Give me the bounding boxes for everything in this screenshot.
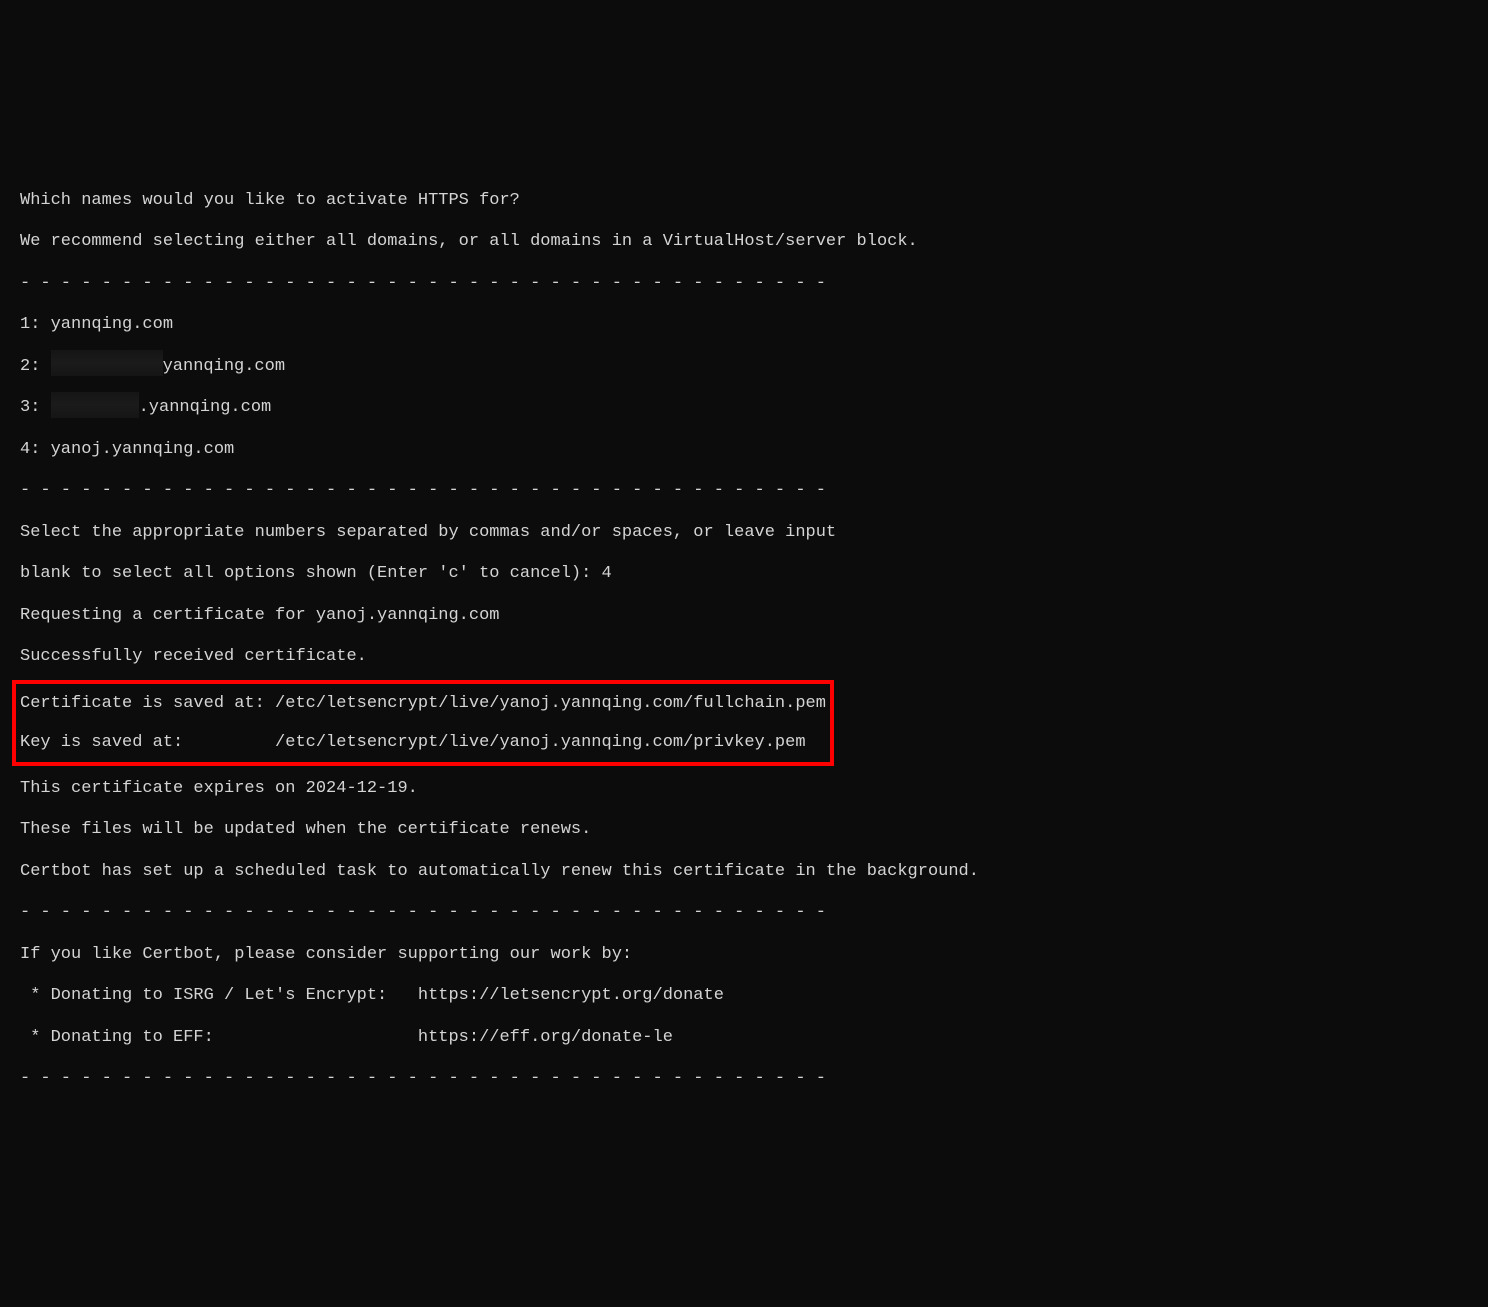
background-renew-line: Certbot has set up a scheduled task to a… [20,851,1468,892]
domain-option-4: 4: yanoj.yannqing.com [20,429,1468,470]
domain-option-2: 2: yannqing.com [20,346,1468,387]
donate-eff-line: * Donating to EFF: https://eff.org/donat… [20,1017,1468,1058]
expiry-line: This certificate expires on 2024-12-19. [20,768,1468,809]
key-path: Key is saved at: /etc/letsencrypt/live/y… [20,723,826,762]
select-prompt-2[interactable]: blank to select all options shown (Enter… [20,553,1468,594]
success-line: Successfully received certificate. [20,636,1468,677]
option-prefix: 3: [20,398,51,417]
domain-option-1: 1: yannqing.com [20,304,1468,345]
option-prefix: 2: [20,357,51,376]
prompt-question-1: Which names would you like to activate H… [20,180,1468,221]
prompt-question-2: We recommend selecting either all domain… [20,221,1468,262]
highlighted-paths: Certificate is saved at: /etc/letsencryp… [12,680,834,766]
requesting-line: Requesting a certificate for yanoj.yannq… [20,595,1468,636]
domain-option-3: 3: .yannqing.com [20,387,1468,428]
select-prompt-1: Select the appropriate numbers separated… [20,512,1468,553]
support-line: If you like Certbot, please consider sup… [20,934,1468,975]
divider: - - - - - - - - - - - - - - - - - - - - … [20,1058,1468,1099]
option-suffix: yannqing.com [163,357,285,376]
redacted-text [51,350,163,376]
certificate-path: Certificate is saved at: /etc/letsencryp… [20,684,826,723]
divider: - - - - - - - - - - - - - - - - - - - - … [20,892,1468,933]
update-line: These files will be updated when the cer… [20,809,1468,850]
redacted-text [51,392,139,418]
divider: - - - - - - - - - - - - - - - - - - - - … [20,470,1468,511]
option-suffix: .yannqing.com [139,398,272,417]
divider: - - - - - - - - - - - - - - - - - - - - … [20,263,1468,304]
donate-isrg-line: * Donating to ISRG / Let's Encrypt: http… [20,975,1468,1016]
